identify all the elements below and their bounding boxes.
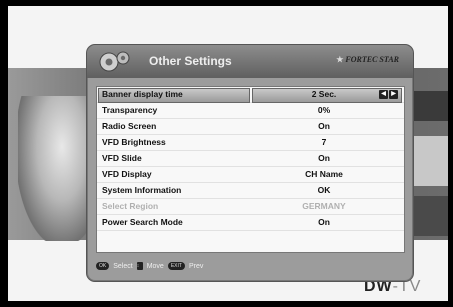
- settings-row[interactable]: VFD Slide On: [97, 151, 404, 167]
- settings-row[interactable]: Banner display time 2 Sec. ◀ ▶: [97, 87, 404, 103]
- setting-label: Power Search Mode: [102, 217, 183, 227]
- setting-value: OK: [317, 185, 331, 195]
- settings-row[interactable]: Radio Screen On: [97, 119, 404, 135]
- setting-value: On: [318, 217, 330, 227]
- move-hint: Move: [146, 262, 164, 270]
- setting-label: VFD Display: [102, 169, 152, 179]
- setting-value: On: [318, 121, 330, 131]
- left-arrow-icon[interactable]: ◀: [379, 90, 388, 99]
- settings-menu: Other Settings ★ FORTEC STAR Banner displ…: [86, 44, 414, 282]
- prev-hint: Prev: [188, 262, 204, 270]
- exit-key-icon: EXIT: [167, 262, 185, 270]
- select-hint: Select: [113, 262, 133, 270]
- settings-row[interactable]: VFD Display CH Name: [97, 167, 404, 183]
- setting-label: Radio Screen: [102, 121, 157, 131]
- star-icon: ★: [336, 55, 344, 64]
- value-arrows[interactable]: ◀ ▶: [379, 90, 398, 99]
- setting-label: VFD Brightness: [102, 137, 166, 147]
- background-block: [413, 136, 448, 186]
- footer-hints: OK Select ↕ Move EXIT Prev: [96, 259, 203, 273]
- settings-gears-icon: [99, 51, 130, 72]
- setting-value: 7: [321, 137, 327, 147]
- ok-key-icon: OK: [96, 262, 110, 270]
- right-arrow-icon[interactable]: ▶: [389, 90, 398, 99]
- settings-row: Select Region GERMANY: [97, 199, 404, 215]
- setting-label: Banner display time: [102, 89, 183, 99]
- setting-value: On: [318, 153, 330, 163]
- setting-label: VFD Slide: [102, 153, 142, 163]
- brand-logo: ★ FORTEC STAR: [336, 55, 399, 64]
- setting-label: Select Region: [102, 201, 159, 211]
- setting-value: GERMANY: [302, 201, 346, 211]
- menu-title: Other Settings: [149, 54, 232, 68]
- setting-label: Transparency: [102, 105, 158, 115]
- settings-row[interactable]: Power Search Mode On: [97, 215, 404, 231]
- setting-value: 0%: [317, 105, 331, 115]
- updown-arrows-icon: ↕: [136, 262, 143, 270]
- brand-text: FORTEC STAR: [345, 55, 399, 64]
- setting-label: System Information: [102, 185, 182, 195]
- setting-value: CH Name: [305, 169, 343, 179]
- settings-row[interactable]: System Information OK: [97, 183, 404, 199]
- settings-row[interactable]: Transparency 0%: [97, 103, 404, 119]
- menu-title-bar: Other Settings ★ FORTEC STAR: [87, 45, 413, 78]
- settings-row[interactable]: VFD Brightness 7: [97, 135, 404, 151]
- setting-value: 2 Sec.: [311, 89, 337, 99]
- settings-list: Banner display time 2 Sec. ◀ ▶ Transparency 0…: [96, 86, 405, 253]
